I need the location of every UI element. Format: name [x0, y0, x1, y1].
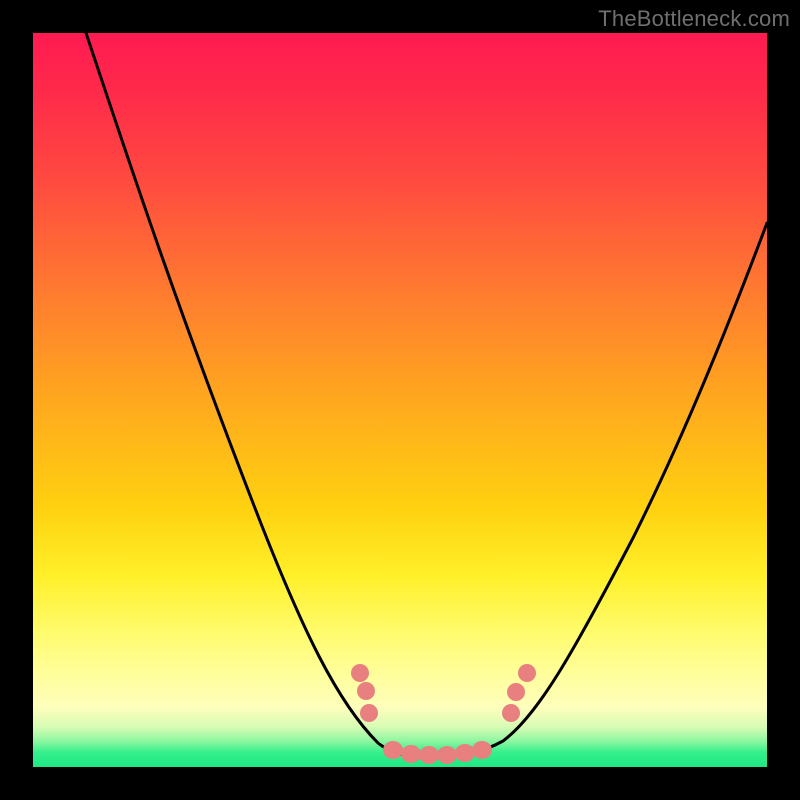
curve-marker	[360, 704, 378, 722]
curve-marker	[472, 741, 492, 759]
chart-frame: TheBottleneck.com	[0, 0, 800, 800]
curve-marker	[351, 664, 369, 682]
marker-group	[351, 664, 536, 764]
curve-marker	[502, 704, 520, 722]
curve-marker	[383, 741, 403, 759]
curve-layer	[33, 33, 767, 767]
curve-marker	[507, 683, 525, 701]
curve-marker	[437, 746, 457, 764]
curve-marker	[455, 744, 475, 762]
curve-marker	[419, 746, 439, 764]
curve-marker	[357, 682, 375, 700]
curve-marker	[518, 664, 536, 682]
plot-area	[33, 33, 767, 767]
bottleneck-curve	[86, 33, 767, 756]
watermark-text: TheBottleneck.com	[598, 6, 790, 32]
curve-marker	[401, 745, 421, 763]
